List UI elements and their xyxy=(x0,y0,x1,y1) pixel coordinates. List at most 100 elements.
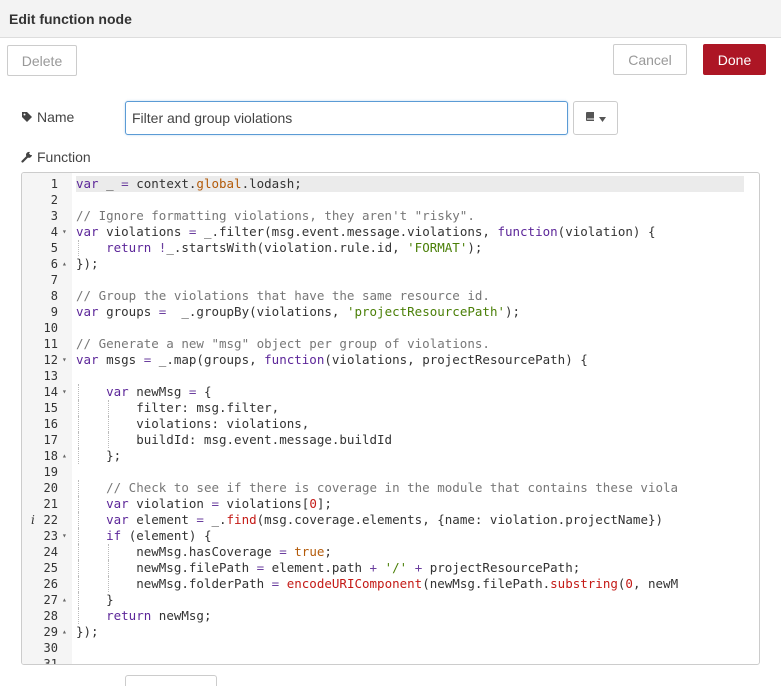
code-text: newMsg.hasCoverage = true; xyxy=(76,544,332,560)
code-text: }; xyxy=(76,448,122,464)
line-number: 11 xyxy=(43,337,58,351)
done-button[interactable]: Done xyxy=(703,44,766,75)
code-line[interactable]: 10 xyxy=(22,320,759,336)
indent-guide xyxy=(78,448,79,464)
function-label-row: Function xyxy=(21,149,91,165)
info-marker-icon[interactable]: i xyxy=(31,512,35,528)
code-line[interactable]: 6 ▴}); xyxy=(22,256,759,272)
code-line[interactable]: 19 xyxy=(22,464,759,480)
code-text: // Generate a new "msg" object per group… xyxy=(76,336,490,351)
code-line[interactable]: 11 // Generate a new "msg" object per gro… xyxy=(22,336,759,352)
line-number: 17 xyxy=(43,433,58,447)
line-number: 21 xyxy=(43,497,58,511)
line-number: 8 xyxy=(50,289,58,303)
indent-guide xyxy=(78,480,79,496)
code-line[interactable]: 24 newMsg.hasCoverage = true; xyxy=(22,544,759,560)
code-line[interactable]: 31 xyxy=(22,656,759,664)
line-number: 26 xyxy=(43,577,58,591)
line-number: 28 xyxy=(43,609,58,623)
code-line[interactable]: 2 xyxy=(22,192,759,208)
code-line[interactable]: 13 xyxy=(22,368,759,384)
icon-select-button[interactable] xyxy=(573,101,618,135)
code-line[interactable]: 8 // Group the violations that have the s… xyxy=(22,288,759,304)
code-line[interactable]: 5 return !_.startsWith(violation.rule.id… xyxy=(22,240,759,256)
line-number: 15 xyxy=(43,401,58,415)
line-number: 20 xyxy=(43,481,58,495)
code-line[interactable]: 20 // Check to see if there is coverage … xyxy=(22,480,759,496)
code-line[interactable]: 28 return newMsg; xyxy=(22,608,759,624)
code-line[interactable]: 14 ▾ var newMsg = { xyxy=(22,384,759,400)
dialog-titlebar: Edit function node xyxy=(0,0,781,38)
fold-close-icon[interactable]: ▴ xyxy=(62,624,67,640)
name-input[interactable] xyxy=(125,101,568,135)
code-line[interactable]: 12 ▾ var msgs = _.map(groups, function(vio… xyxy=(22,352,759,368)
indent-guide xyxy=(78,528,79,544)
line-number: 9 xyxy=(50,305,58,319)
code-text: buildId: msg.event.message.buildId xyxy=(76,432,393,448)
indent-guide xyxy=(78,416,79,432)
code-line[interactable]: 15 filter: msg.filter, xyxy=(22,400,759,416)
fold-open-icon[interactable]: ▾ xyxy=(62,384,67,400)
line-number: 6 xyxy=(50,257,58,271)
code-text: }); xyxy=(76,256,99,271)
code-line[interactable]: 3 // Ignore formatting violations, they a… xyxy=(22,208,759,224)
line-number: 3 xyxy=(50,209,58,223)
indent-guide xyxy=(108,576,110,592)
indent-guide xyxy=(78,544,79,560)
caret-down-icon xyxy=(599,109,606,127)
code-line[interactable]: 17 buildId: msg.event.message.buildId xyxy=(22,432,759,448)
line-number: 5 xyxy=(50,241,58,255)
code-text: newMsg.filePath = element.path + '/' + p… xyxy=(76,560,581,576)
code-line[interactable]: 16 violations: violations, xyxy=(22,416,759,432)
code-line[interactable]: 4 ▾ var violations = _.filter(msg.event.me… xyxy=(22,224,759,240)
name-label-row: Name xyxy=(21,109,74,125)
code-text: newMsg.folderPath = encodeURIComponent(n… xyxy=(76,576,679,592)
line-number: 14 xyxy=(43,385,58,399)
indent-guide xyxy=(78,560,79,576)
line-number: 29 xyxy=(43,625,58,639)
code-text: } xyxy=(76,592,114,608)
indent-guide xyxy=(108,544,110,560)
code-editor[interactable]: 1 var _ = context.global.lodash; 2 3// Igno… xyxy=(21,172,760,665)
line-number: 2 xyxy=(50,193,58,207)
code-line[interactable]: 7 xyxy=(22,272,759,288)
function-label: Function xyxy=(37,149,91,165)
code-text: // Check to see if there is coverage in … xyxy=(76,480,744,496)
code-line[interactable]: 26 newMsg.folderPath = encodeURIComponen… xyxy=(22,576,759,592)
line-number: 7 xyxy=(50,273,58,287)
fold-open-icon[interactable]: ▾ xyxy=(62,352,67,368)
code-line[interactable]: 27 ▴ } xyxy=(22,592,759,608)
code-line[interactable]: 9 var groups = _.groupBy(violations, 'pro… xyxy=(22,304,759,320)
code-line[interactable]: 1 var _ = context.global.lodash; xyxy=(22,176,759,192)
line-number: 22 xyxy=(43,513,58,527)
delete-button[interactable]: Delete xyxy=(7,45,77,76)
line-number: 13 xyxy=(43,369,58,383)
line-number: 24 xyxy=(43,545,58,559)
code-line[interactable]: 29 ▴}); xyxy=(22,624,759,640)
fold-open-icon[interactable]: ▾ xyxy=(62,224,67,240)
line-number: 23 xyxy=(43,529,58,543)
fold-close-icon[interactable]: ▴ xyxy=(62,256,67,272)
code-text: // Group the violations that have the sa… xyxy=(76,288,490,303)
code-line[interactable]: 23 ▾ if (element) { xyxy=(22,528,759,544)
code-text: var _ = context.global.lodash; xyxy=(76,176,744,192)
cancel-button[interactable]: Cancel xyxy=(613,44,687,75)
code-line[interactable]: 21 var violation = violations[0]; xyxy=(22,496,759,512)
dialog-content: Name Function 1 var _ = context.global.lo… xyxy=(0,85,781,679)
dialog-toolbar: Delete Cancel Done xyxy=(0,38,781,85)
code-line[interactable]: 25 newMsg.filePath = element.path + '/' … xyxy=(22,560,759,576)
indent-guide xyxy=(108,560,110,576)
code-line[interactable]: 18 ▴ }; xyxy=(22,448,759,464)
code-text: if (element) { xyxy=(76,528,744,544)
indent-guide xyxy=(78,240,79,256)
fold-open-icon[interactable]: ▾ xyxy=(62,528,67,544)
tag-icon xyxy=(21,111,33,123)
code-line[interactable]: 30 xyxy=(22,640,759,656)
code-line[interactable]: 22 i var element = _.find(msg.coverage.el… xyxy=(22,512,759,528)
line-number: 1 xyxy=(50,177,58,191)
line-number: 30 xyxy=(43,641,58,655)
fold-close-icon[interactable]: ▴ xyxy=(62,448,67,464)
code-text: var msgs = _.map(groups, function(violat… xyxy=(76,352,588,367)
fold-close-icon[interactable]: ▴ xyxy=(62,592,67,608)
code-text: var newMsg = { xyxy=(76,384,744,400)
